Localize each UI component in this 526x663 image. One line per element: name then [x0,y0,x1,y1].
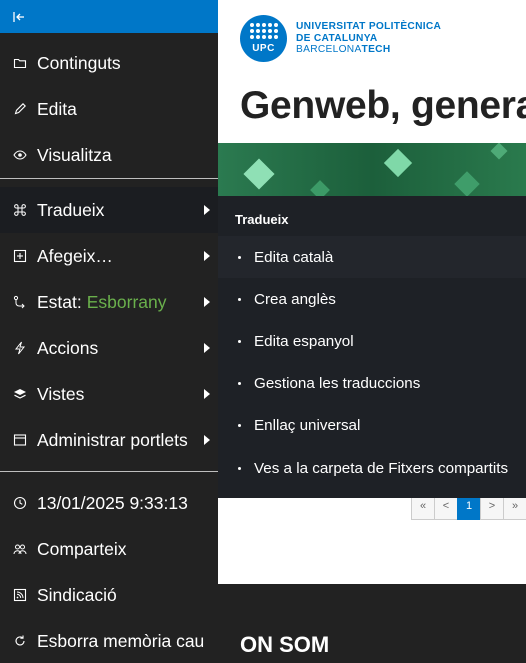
toolbar-item-label: Visualitza [37,144,112,165]
toolbar-item-label: Tradueix [37,199,105,220]
pencil-icon [13,102,27,116]
submenu-item-label: Edita espanyol [254,332,354,350]
lightning-icon [13,341,27,355]
toolbar-item-share[interactable]: Comparteix [0,526,218,572]
toolbar-item-label: Continguts [37,52,121,73]
command-icon [13,203,27,217]
layers-icon [13,387,27,401]
toolbar-item-translate[interactable]: Tradueix [0,187,218,233]
submenu-list: Edita català Crea anglès Edita espanyol … [218,236,526,489]
submenu-item-create-english[interactable]: Crea anglès [218,278,526,320]
toolbar-item-edit[interactable]: Edita [0,86,218,132]
toolbar-item-manage-portlets[interactable]: Administrar portlets [0,417,218,463]
bullet-icon [238,424,241,428]
banner-pattern-icon [218,143,526,199]
submenu-title: Tradueix [235,212,289,227]
submenu-item-edit-catalan[interactable]: Edita català [218,236,526,279]
toolbar-item-label: 13/01/2025 9:33:13 [37,492,188,513]
collapse-arrow-icon [13,11,24,22]
hero-banner [218,143,526,199]
caret-right-icon [204,343,210,353]
submenu-item-label: Ves a la carpeta de Fitxers compartits [254,459,509,477]
toolbar-item-syndication[interactable]: Sindicació [0,572,218,618]
workflow-icon [13,295,27,309]
logo-dots-icon [250,23,278,39]
state-value: Esborrany [86,291,167,312]
page-title: Genweb, genera [240,84,526,128]
submenu-item-label: Enllaç universal [254,417,361,435]
university-name-line: DE CATALUNYA [296,32,378,44]
refresh-icon [13,634,27,648]
toolbar-actions-menu: Tradueix Afegeix… Estat: Esborrany Accio… [0,187,218,463]
toolbar-divider [0,178,218,179]
upc-logo: UPC [240,15,287,62]
submenu-item-shared-files-folder[interactable]: Ves a la carpeta de Fitxers compartits [218,447,526,489]
submenu-item-label: Edita català [254,248,334,266]
toolbar-item-add[interactable]: Afegeix… [0,233,218,279]
window-icon [13,433,27,447]
toolbar-item-actions[interactable]: Accions [0,325,218,371]
submenu-item-label: Gestiona les traduccions [254,375,421,393]
toolbar-item-label: Comparteix [37,538,127,559]
university-campus-tech: TECH [361,44,391,56]
collapse-toolbar-button[interactable] [0,0,218,33]
bullet-icon [238,255,241,259]
university-campus: BARCELONA [296,44,362,56]
toolbar-item-label: Esborra memòria cau [37,630,205,651]
caret-right-icon [204,251,210,261]
caret-right-icon [204,435,210,445]
toolbar-item-label: Afegeix… [37,245,113,266]
toolbar-item-views[interactable]: Vistes [0,371,218,417]
toolbar-item-label: Edita [37,98,77,119]
toolbar-main-menu: Continguts Edita Visualitza [0,40,218,178]
university-name-line: BARCELONATECH [296,44,441,56]
toolbar-item-modified-date[interactable]: 13/01/2025 9:33:13 [0,480,218,526]
caret-right-icon [204,205,210,215]
footer-title: ON SOM [240,632,330,657]
page-title-rest: , genera [389,84,526,127]
university-name: UNIVERSITAT POLITÈCNICA DE CATALUNYA BAR… [296,21,441,56]
logo-text: UPC [252,43,275,54]
toolbar-divider [0,471,218,472]
toolbar-info-menu: 13/01/2025 9:33:13 Comparteix Sindicació… [0,480,218,663]
eye-icon [13,148,27,162]
caret-right-icon [204,389,210,399]
university-name-line: UNIVERSITAT POLITÈCNICA [296,21,442,33]
translate-submenu: Tradueix Edita català Crea anglès Edita … [218,196,526,498]
toolbar-item-view[interactable]: Visualitza [0,132,218,178]
toolbar-item-label: Estat: [37,291,82,312]
page-footer: ON SOM [218,584,526,663]
users-icon [13,542,27,556]
edit-toolbar: Continguts Edita Visualitza Tradueix Afe… [0,0,218,663]
caret-right-icon [204,297,210,307]
submenu-item-universal-link[interactable]: Enllaç universal [218,405,526,447]
plus-square-icon [13,249,27,263]
clock-icon [13,496,27,510]
submenu-item-manage-translations[interactable]: Gestiona les traduccions [218,363,526,405]
toolbar-item-state[interactable]: Estat: Esborrany [0,279,218,325]
toolbar-item-label: Vistes [37,383,85,404]
submenu-item-edit-spanish[interactable]: Edita espanyol [218,320,526,362]
bullet-icon [238,297,241,301]
university-brand[interactable]: UPC UNIVERSITAT POLITÈCNICA DE CATALUNYA… [240,15,441,62]
bullet-icon [238,339,241,343]
toolbar-item-label: Accions [37,337,99,358]
bullet-icon [238,382,241,386]
page-title-bold: Genweb [240,84,390,127]
toolbar-item-clear-cache[interactable]: Esborra memòria cau [0,618,218,663]
toolbar-item-label: Sindicació [37,584,117,605]
toolbar-item-label: Administrar portlets [37,429,188,450]
toolbar-item-contents[interactable]: Continguts [0,40,218,86]
rss-icon [13,588,27,602]
bullet-icon [238,466,241,470]
submenu-item-label: Crea anglès [254,290,336,308]
folder-icon [13,56,27,70]
